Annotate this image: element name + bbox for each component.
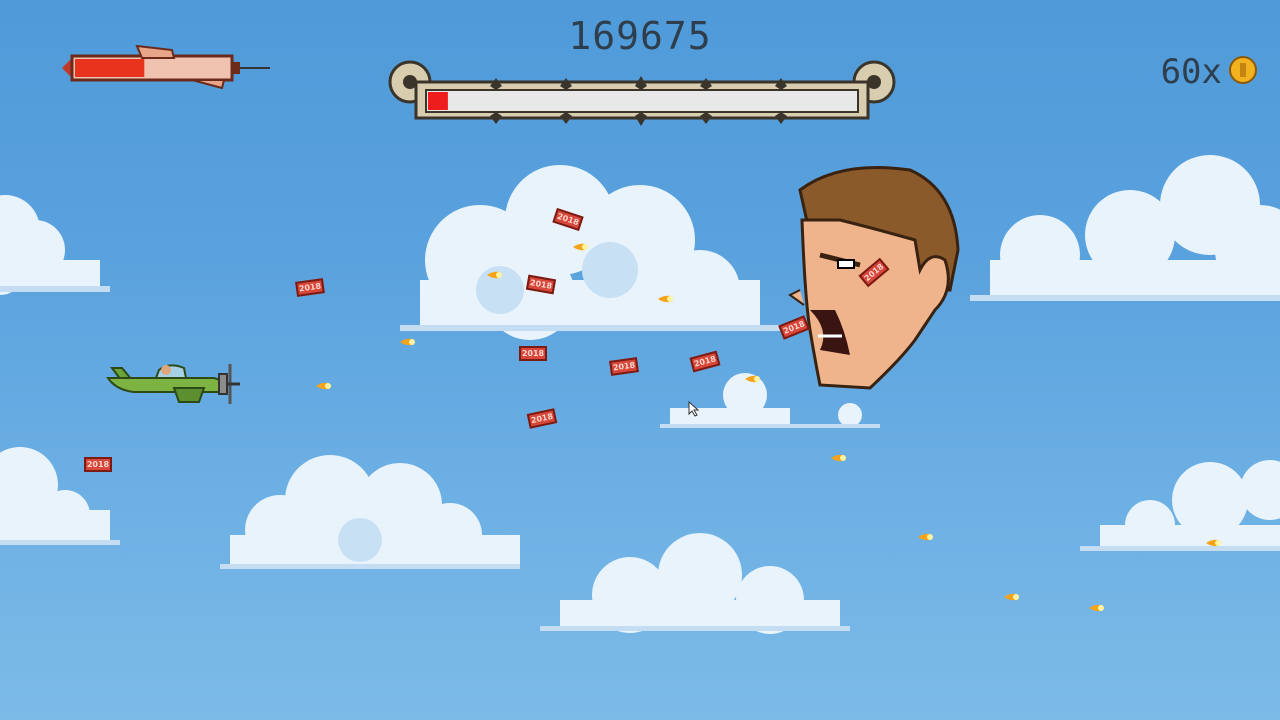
fireball-bullet	[400, 332, 418, 346]
money-bill: 2018	[519, 346, 547, 361]
coin-counter: 60x	[1161, 52, 1258, 92]
game-canvas[interactable]: 169675 60x 2018 2018 2018 2018 2018 2018…	[0, 0, 1280, 720]
money-bill: 2018	[609, 357, 639, 376]
cloud	[210, 450, 520, 580]
cloud	[380, 160, 780, 350]
fireball-bullet	[487, 265, 505, 279]
fireball-bullet	[1004, 587, 1022, 601]
fireball-bullet	[1206, 533, 1224, 547]
cloud	[520, 530, 850, 640]
cloud	[0, 190, 120, 300]
score-display: 169675	[568, 14, 712, 58]
money-bill: 2018	[84, 457, 112, 472]
fireball-bullet	[918, 527, 936, 541]
mouse-cursor-icon	[688, 400, 700, 421]
boss-health-fill	[428, 92, 448, 110]
fireball-bullet	[745, 369, 763, 383]
coin-icon	[1228, 55, 1258, 89]
fireball-bullet	[658, 289, 676, 303]
cloud	[960, 150, 1280, 310]
money-bill: 2018	[295, 278, 325, 297]
coin-count: 60x	[1160, 52, 1222, 92]
fireball-bullet	[316, 376, 334, 390]
cloud	[1080, 450, 1280, 560]
green-propeller-plane	[104, 360, 244, 414]
fireball-bullet	[573, 237, 591, 251]
syringe-fluid	[75, 59, 145, 77]
fireball-bullet	[831, 448, 849, 462]
money-bill: 2018	[526, 408, 558, 429]
bone-health-bar	[386, 60, 898, 140]
fireball-bullet	[1089, 598, 1107, 612]
